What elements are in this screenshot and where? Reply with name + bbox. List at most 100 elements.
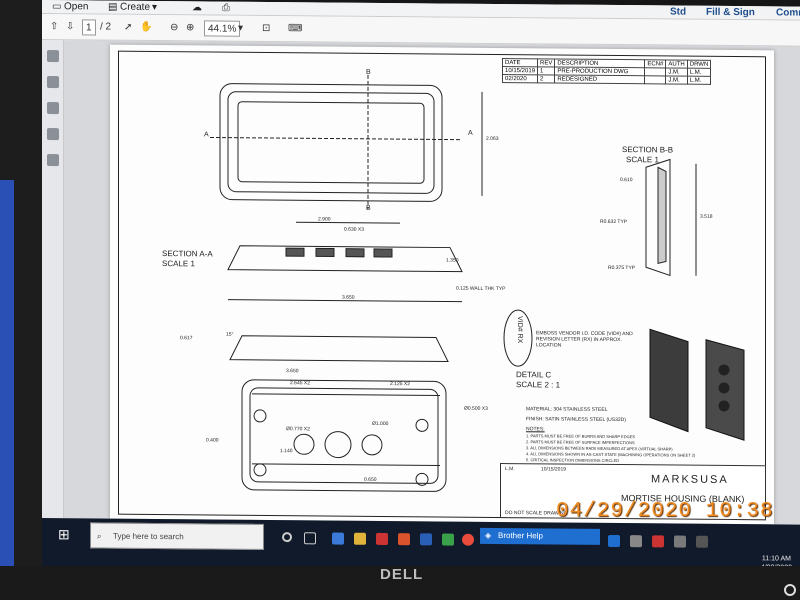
section-scale: SCALE 1 bbox=[626, 155, 659, 165]
detail-scale: SCALE 2 : 1 bbox=[516, 380, 561, 390]
word-icon[interactable] bbox=[420, 533, 432, 546]
layers-icon[interactable] bbox=[47, 128, 59, 141]
zoom-out-icon[interactable]: ⊖ bbox=[170, 20, 178, 36]
excel-icon[interactable] bbox=[442, 533, 454, 546]
cloud-icon[interactable]: ☁ bbox=[192, 2, 202, 13]
task-view-icon[interactable] bbox=[304, 532, 316, 545]
std-menu[interactable]: Std bbox=[670, 6, 686, 17]
section-marker: B bbox=[366, 68, 371, 76]
store-icon[interactable] bbox=[332, 532, 344, 545]
tray-pdf-icon[interactable] bbox=[652, 535, 664, 548]
powerpoint-icon[interactable] bbox=[398, 533, 410, 546]
cortana-icon[interactable] bbox=[282, 532, 292, 543]
emboss-marking: VID# RX bbox=[516, 316, 524, 344]
print-icon[interactable]: ⎙ bbox=[222, 3, 230, 14]
drawn-date: 10/15/2019 bbox=[541, 466, 567, 473]
section-title: SECTION B-B bbox=[622, 145, 674, 155]
note-item: 2. PARTS MUST BE FREE OF SURFACE IMPERFE… bbox=[526, 439, 635, 446]
outlook-icon[interactable] bbox=[608, 534, 620, 548]
fit-page-icon[interactable]: ⊡ bbox=[262, 21, 270, 37]
page-number-input[interactable]: 1 bbox=[82, 19, 96, 36]
dimension: Ø0.770 X2 bbox=[286, 426, 310, 433]
page-total: / 2 bbox=[100, 21, 112, 33]
dimension: 0.610 bbox=[620, 177, 633, 184]
volume-icon[interactable] bbox=[696, 535, 708, 548]
brother-help-label: Brother Help bbox=[498, 530, 543, 541]
dimension: 0.650 bbox=[364, 476, 377, 483]
section-marker: A bbox=[468, 129, 473, 137]
signature-icon[interactable] bbox=[47, 102, 59, 115]
bookmark-icon[interactable] bbox=[47, 154, 59, 167]
create-button[interactable]: Create bbox=[120, 2, 150, 13]
top-view-inner bbox=[227, 91, 435, 194]
bottom-view-outer bbox=[241, 379, 447, 492]
brother-help-window[interactable]: ◈ Brother Help bbox=[480, 527, 600, 545]
tray-app-icon[interactable] bbox=[630, 535, 642, 548]
camera-timestamp: 04/29/2020 10:38 bbox=[556, 500, 774, 523]
dimension: 2.900 bbox=[318, 216, 331, 223]
search-placeholder: Type here to search bbox=[113, 531, 184, 542]
section-title: SECTION A-A bbox=[162, 249, 213, 259]
dimension: 3.518 bbox=[700, 213, 713, 220]
fill-sign-menu[interactable]: Fill & Sign bbox=[706, 7, 755, 18]
page-down-icon[interactable]: ⇩ bbox=[66, 19, 74, 35]
windows-start-icon[interactable]: ⊞ bbox=[58, 526, 70, 543]
monitor-screen: ▭ Open ▤ Create ▾ ☁ ⎙ Std Fill & Sign Co… bbox=[42, 0, 800, 573]
page-thumbnails-icon[interactable] bbox=[47, 50, 59, 63]
dimension: 2.063 bbox=[486, 135, 499, 142]
note-item: 1. PARTS MUST BE FREE OF BURRS AND SHARP… bbox=[526, 433, 636, 440]
zoom-field[interactable]: 44.1% bbox=[204, 20, 241, 37]
page-up-icon[interactable]: ⇧ bbox=[50, 19, 58, 35]
detail-title: DETAIL C bbox=[516, 370, 552, 380]
open-icon[interactable]: ▭ bbox=[52, 1, 61, 12]
search-box[interactable]: ⌕ Type here to search bbox=[90, 522, 264, 550]
section-scale: SCALE 1 bbox=[162, 259, 195, 269]
drawn-by: L.M. bbox=[505, 466, 515, 473]
windows-taskbar: ⊞ ⌕ Type here to search ◈ Brother Help 1… bbox=[42, 518, 800, 573]
file-explorer-icon[interactable] bbox=[354, 532, 366, 545]
keyboard-icon[interactable]: ⌨ bbox=[288, 21, 302, 37]
dimension: 0.125 WALL THK TYP bbox=[456, 285, 506, 293]
clock-time: 11:10 AM bbox=[761, 555, 791, 563]
section-aa-body bbox=[227, 245, 463, 273]
dimension: 2.125 X2 bbox=[390, 381, 411, 388]
section-marker: B bbox=[366, 204, 371, 212]
dimension: 0.400 bbox=[206, 437, 219, 444]
dimension: 3.650 bbox=[342, 294, 355, 301]
dimension: 15° bbox=[226, 331, 234, 338]
comment-menu[interactable]: Comm bbox=[776, 7, 800, 18]
notes-heading: NOTES: bbox=[526, 426, 545, 433]
dimension: 0.630 X3 bbox=[344, 226, 365, 233]
hand-tool-icon[interactable]: ✋ bbox=[140, 20, 152, 36]
dell-logo: DELL bbox=[380, 566, 424, 583]
zoom-in-icon[interactable]: ⊕ bbox=[186, 20, 194, 36]
company-logo: MARKSUSA bbox=[651, 473, 729, 486]
material-note: MATERIAL: 304 STAINLESS STEEL bbox=[526, 406, 608, 413]
dimension: 1.140 bbox=[280, 448, 293, 455]
search-icon: ⌕ bbox=[97, 531, 102, 541]
emboss-note: EMBOSS VENDOR I.D. CODE (VID#) AND REVIS… bbox=[536, 330, 633, 349]
section-marker: A bbox=[204, 131, 209, 139]
dimension: Ø0.500 X3 bbox=[464, 405, 488, 412]
side-view-body bbox=[229, 335, 449, 363]
chevron-down-icon[interactable]: ▾ bbox=[152, 2, 157, 13]
attachment-icon[interactable] bbox=[47, 76, 59, 89]
left-tools-panel bbox=[42, 40, 64, 519]
chevron-down-icon[interactable]: ▾ bbox=[238, 21, 243, 37]
acrobat-taskbar-icon[interactable] bbox=[376, 532, 388, 546]
drawing-page: DATE REV DESCRIPTION ECN# AUTH DRWN 10/1… bbox=[110, 44, 774, 525]
finish-note: FINISH: SATIN STAINLESS STEEL (US32D) bbox=[526, 416, 626, 424]
select-cursor-icon[interactable]: ➚ bbox=[124, 20, 132, 36]
network-icon[interactable] bbox=[674, 535, 686, 548]
open-button[interactable]: Open bbox=[64, 1, 88, 12]
create-icon[interactable]: ▤ bbox=[108, 2, 117, 13]
iso-view-front bbox=[649, 328, 689, 433]
background-screen-edge bbox=[0, 180, 14, 600]
top-view-floor bbox=[237, 101, 425, 184]
dimension: 3.650 bbox=[286, 368, 299, 375]
document-view[interactable]: DATE REV DESCRIPTION ECN# AUTH DRWN 10/1… bbox=[64, 40, 800, 525]
chrome-icon[interactable] bbox=[462, 533, 474, 546]
dimension: 2.645 X2 bbox=[290, 380, 311, 387]
power-icon[interactable] bbox=[784, 584, 796, 596]
monitor-bezel-left bbox=[0, 0, 42, 600]
